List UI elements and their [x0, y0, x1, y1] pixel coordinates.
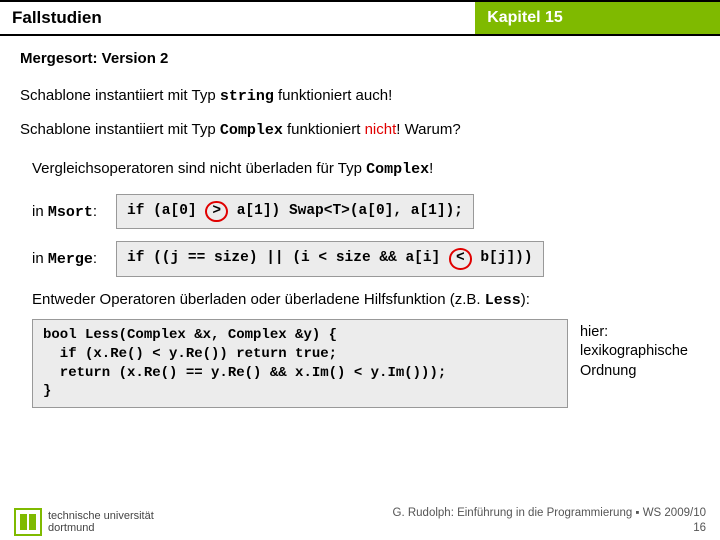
circled-operator-gt: > — [205, 201, 228, 222]
text: Vergleichsoperatoren sind nicht überlade… — [32, 160, 366, 177]
bottom-row: bool Less(Complex &x, Complex &y) { if (… — [20, 319, 700, 409]
merge-code: if ((j == size) || (i < size && a[i] < b… — [116, 241, 544, 276]
text: Schablone instantiiert mit Typ — [20, 121, 220, 138]
type-string: string — [220, 88, 274, 105]
msort-row: in Msort: if (a[0] > a[1]) Swap<T>(a[0],… — [32, 194, 700, 229]
type-complex: Complex — [366, 161, 429, 178]
uni-line-1: technische universität — [48, 510, 154, 522]
reason-line: Vergleichsoperatoren sind nicht überlade… — [32, 160, 700, 178]
header-title: Fallstudien — [0, 0, 475, 36]
page-number: 16 — [393, 521, 706, 536]
text: : — [93, 250, 97, 267]
code-msort: Msort — [48, 204, 93, 221]
merge-label: in Merge: — [32, 250, 116, 268]
section-title: Mergesort: Version 2 — [20, 50, 700, 67]
slide-footer: technische universität dortmund G. Rudol… — [0, 506, 720, 536]
text: : — [93, 203, 97, 220]
emphasis-nicht: nicht — [365, 121, 397, 138]
code-merge: Merge — [48, 251, 93, 268]
text: funktioniert — [283, 121, 365, 138]
less-function-code: bool Less(Complex &x, Complex &y) { if (… — [32, 319, 568, 409]
note-line-2: lexikographische — [580, 342, 688, 362]
circled-operator-lt: < — [449, 248, 472, 269]
text: Schablone instantiiert mit Typ — [20, 87, 220, 104]
note-line-3: Ordnung — [580, 362, 688, 382]
code-b: a[1]) Swap<T>(a[0], a[1]); — [228, 203, 463, 219]
credit-block: G. Rudolph: Einführung in die Programmie… — [393, 506, 706, 536]
text: ): — [521, 291, 530, 308]
merge-row: in Merge: if ((j == size) || (i < size &… — [32, 241, 700, 276]
tu-logo-icon — [14, 508, 42, 536]
code-a: if ((j == size) || (i < size && a[i] — [127, 250, 449, 266]
text: ! Warum? — [396, 121, 460, 138]
text: ! — [429, 160, 433, 177]
text: in — [32, 250, 48, 267]
msort-code: if (a[0] > a[1]) Swap<T>(a[0], a[1]); — [116, 194, 474, 229]
header-chapter: Kapitel 15 — [475, 0, 720, 36]
slide-content: Mergesort: Version 2 Schablone instantii… — [0, 36, 720, 408]
note-line-1: hier: — [580, 323, 688, 343]
statement-string: Schablone instantiiert mit Typ string fu… — [20, 85, 700, 109]
text: in — [32, 203, 48, 220]
credit-text: G. Rudolph: Einführung in die Programmie… — [393, 506, 706, 521]
statement-complex: Schablone instantiiert mit Typ Complex f… — [20, 119, 700, 143]
text: Entweder Operatoren überladen oder überl… — [32, 291, 485, 308]
side-note: hier: lexikographische Ordnung — [580, 319, 688, 409]
slide-header: Fallstudien Kapitel 15 — [0, 0, 720, 36]
university-logo: technische universität dortmund — [14, 508, 154, 536]
uni-line-2: dortmund — [48, 522, 154, 534]
conclusion: Entweder Operatoren überladen oder überl… — [32, 291, 700, 309]
code-less: Less — [485, 292, 521, 309]
text: funktioniert auch! — [274, 87, 392, 104]
type-complex: Complex — [220, 122, 283, 139]
indented-block: Vergleichsoperatoren sind nicht überlade… — [20, 160, 700, 277]
code-b: b[j])) — [472, 250, 533, 266]
msort-label: in Msort: — [32, 203, 116, 221]
code-a: if (a[0] — [127, 203, 205, 219]
university-name: technische universität dortmund — [48, 510, 154, 534]
